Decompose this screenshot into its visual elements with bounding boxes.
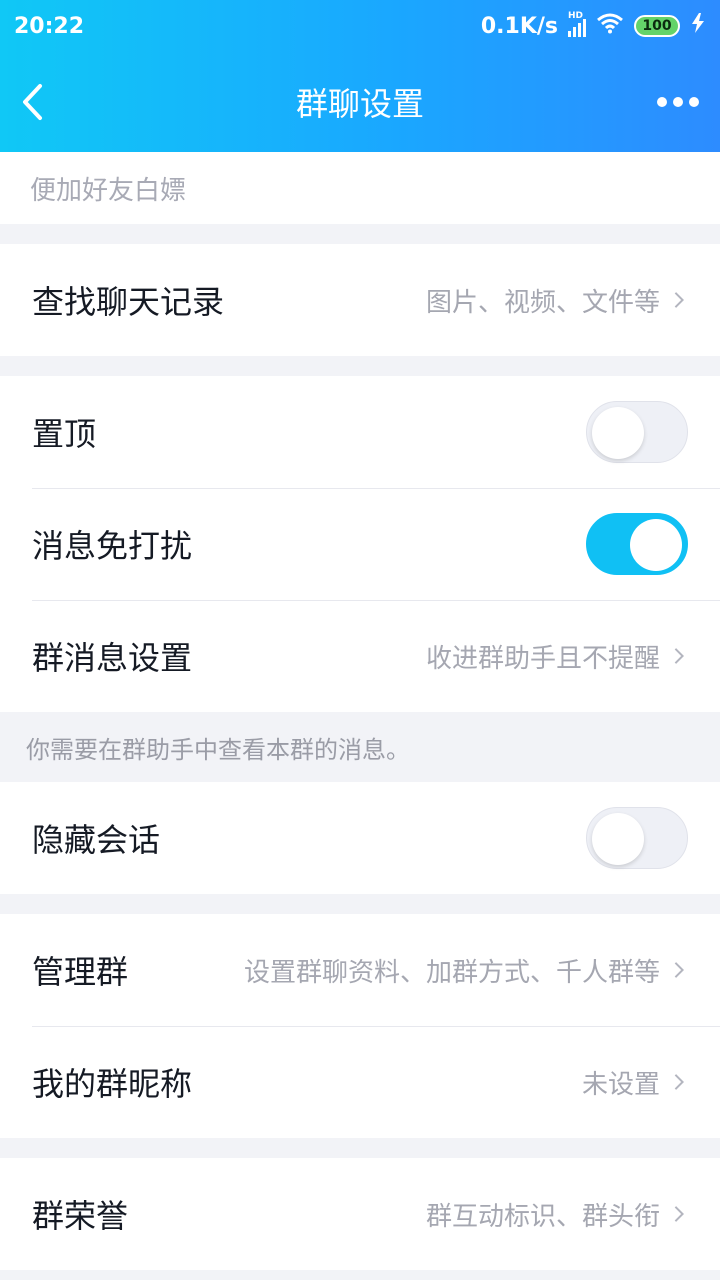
network-speed: 0.1K/s [480, 13, 558, 39]
charging-icon [690, 13, 706, 39]
chevron-right-icon [674, 1074, 685, 1090]
nickname-label: 我的群昵称 [32, 1065, 193, 1103]
section-gap [0, 1138, 720, 1158]
battery-icon: 100 [634, 15, 680, 37]
signal-icon: HD [568, 11, 586, 37]
chevron-right-icon [674, 962, 685, 978]
pin-toggle[interactable] [586, 401, 688, 463]
pin-label: 置顶 [32, 415, 97, 453]
network-type-label: HD [568, 11, 584, 21]
assistant-hint: 你需要在群助手中查看本群的消息。 [0, 712, 720, 782]
hide-group: 隐藏会话 [0, 782, 720, 894]
group-message-setting-row[interactable]: 群消息设置 收进群助手且不提醒 [0, 600, 720, 712]
search-group: 查找聊天记录 图片、视频、文件等 [0, 244, 720, 356]
manage-group: 管理群 设置群聊资料、加群方式、千人群等 我的群昵称 未设置 [0, 914, 720, 1138]
honor-row[interactable]: 群荣誉 群互动标识、群头衔 [0, 1158, 720, 1270]
chat-settings-group: 置顶 消息免打扰 群消息设置 收进群助手且不提醒 [0, 376, 720, 712]
honor-value: 群互动标识、群头衔 [425, 1201, 660, 1232]
hide-chat-toggle[interactable] [586, 807, 688, 869]
chevron-right-icon [674, 292, 685, 308]
manage-group-value: 设置群聊资料、加群方式、千人群等 [243, 957, 660, 988]
hide-chat-label: 隐藏会话 [32, 821, 161, 859]
mute-label: 消息免打扰 [32, 527, 193, 565]
group-message-label: 群消息设置 [32, 639, 193, 677]
group-message-value: 收进群助手且不提醒 [425, 643, 660, 674]
mute-row: 消息免打扰 [0, 488, 720, 600]
status-bar: 20:22 0.1K/s HD 100 [0, 0, 720, 52]
back-button[interactable] [20, 72, 80, 132]
more-button[interactable] [640, 72, 700, 132]
nickname-row[interactable]: 我的群昵称 未设置 [0, 1026, 720, 1138]
intro-hint: 便加好友白嫖 [0, 152, 720, 224]
wifi-icon [596, 12, 624, 40]
page-title: 群聊设置 [295, 85, 424, 123]
mute-toggle[interactable] [586, 513, 688, 575]
nav-bar: 群聊设置 [0, 52, 720, 152]
search-history-value: 图片、视频、文件等 [425, 287, 660, 318]
hide-chat-row: 隐藏会话 [0, 782, 720, 894]
more-dots-icon [656, 97, 699, 107]
top-bar: 20:22 0.1K/s HD 100 群聊设置 [0, 0, 720, 152]
search-history-label: 查找聊天记录 [32, 283, 225, 321]
manage-group-row[interactable]: 管理群 设置群聊资料、加群方式、千人群等 [0, 914, 720, 1026]
chevron-right-icon [674, 1206, 685, 1222]
honor-label: 群荣誉 [32, 1197, 129, 1235]
section-gap [0, 224, 720, 244]
chevron-right-icon [674, 648, 685, 664]
status-time: 20:22 [14, 13, 85, 39]
search-history-row[interactable]: 查找聊天记录 图片、视频、文件等 [0, 244, 720, 356]
nickname-value: 未设置 [581, 1069, 660, 1100]
toggle-knob [630, 519, 682, 571]
status-icons: 0.1K/s HD 100 [480, 11, 706, 40]
toggle-knob [592, 407, 644, 459]
manage-group-label: 管理群 [32, 953, 129, 991]
section-gap [0, 894, 720, 914]
toggle-knob [592, 813, 644, 865]
settings-list: 便加好友白嫖 查找聊天记录 图片、视频、文件等 置顶 消息免打扰 群消息设置 收… [0, 152, 720, 1270]
section-gap [0, 356, 720, 376]
chevron-left-icon [23, 84, 42, 120]
honor-group: 群荣誉 群互动标识、群头衔 [0, 1158, 720, 1270]
pin-row: 置顶 [0, 376, 720, 488]
